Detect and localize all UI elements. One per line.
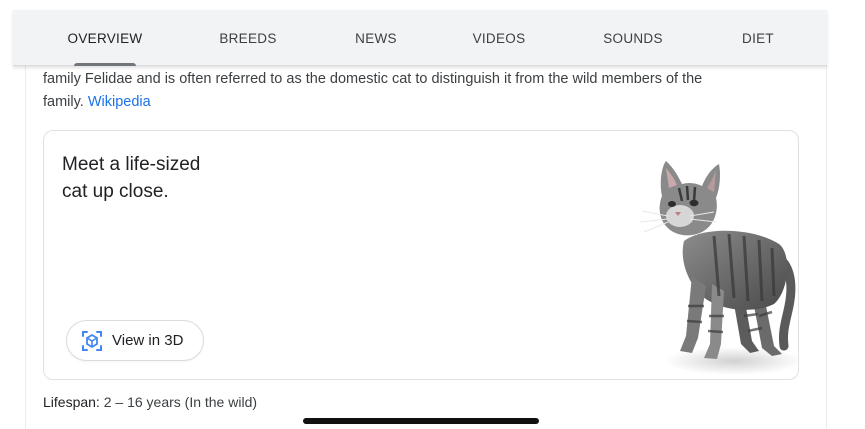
description-line: family Felidae and is often referred to … xyxy=(43,71,703,87)
tab-breeds[interactable]: BREEDS xyxy=(203,10,293,66)
card-title: Meet a life-sized cat up close. xyxy=(62,151,262,205)
view-in-3d-card[interactable]: Meet a life-sized cat up close. View in … xyxy=(43,130,799,380)
tab-label: BREEDS xyxy=(219,30,277,46)
home-indicator-bar[interactable] xyxy=(303,418,539,424)
tab-bar: OVERVIEW BREEDS NEWS VIDEOS SOUNDS DIET xyxy=(13,10,827,66)
tab-diet[interactable]: DIET xyxy=(713,10,803,66)
lifespan-fact: Lifespan: 2 – 16 years (In the wild) xyxy=(43,394,257,410)
tab-sounds[interactable]: SOUNDS xyxy=(588,10,678,66)
card-title-line: Meet a life-sized xyxy=(62,154,201,175)
tab-videos[interactable]: VIDEOS xyxy=(454,10,544,66)
view-in-3d-icon xyxy=(81,330,103,352)
card-title-line: cat up close. xyxy=(62,181,169,202)
tab-news[interactable]: NEWS xyxy=(331,10,421,66)
tab-label: DIET xyxy=(742,30,774,46)
description-text: family Felidae and is often referred to … xyxy=(43,68,783,114)
cat-3d-model-image xyxy=(639,161,798,375)
view-in-3d-button[interactable]: View in 3D xyxy=(66,320,204,361)
wikipedia-link[interactable]: Wikipedia xyxy=(88,94,151,110)
tab-label: VIDEOS xyxy=(472,30,526,46)
tab-overview[interactable]: OVERVIEW xyxy=(60,10,150,66)
tab-label: SOUNDS xyxy=(603,30,663,46)
view-in-3d-label: View in 3D xyxy=(112,332,184,349)
lifespan-label: Lifespan: xyxy=(43,394,100,410)
active-tab-indicator xyxy=(74,63,136,66)
tab-label: OVERVIEW xyxy=(67,30,143,46)
description-line: family. xyxy=(43,94,84,110)
tab-label: NEWS xyxy=(355,30,397,46)
lifespan-value: 2 – 16 years (In the wild) xyxy=(103,394,258,410)
